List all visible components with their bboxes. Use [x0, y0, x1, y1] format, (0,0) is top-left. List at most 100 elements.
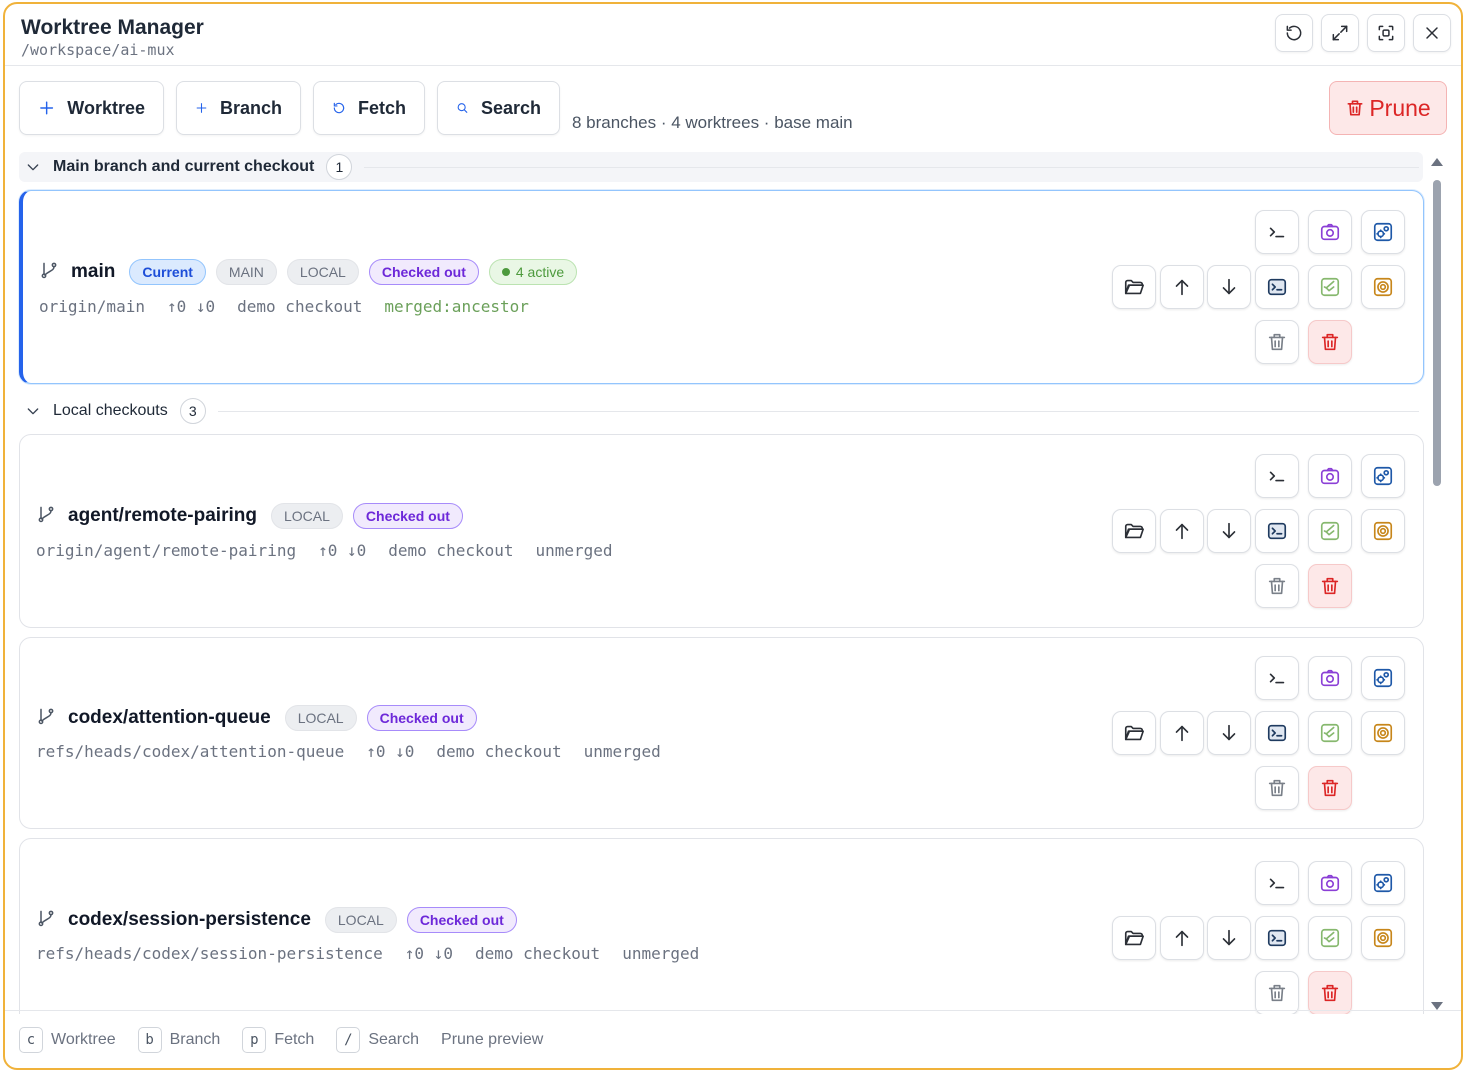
agent-settings-button[interactable]: [1361, 454, 1405, 498]
open-terminal-button[interactable]: [1255, 210, 1299, 254]
arrow-up-icon: [1175, 725, 1189, 742]
refresh-button[interactable]: [1275, 14, 1313, 52]
screenshot-button[interactable]: [1308, 210, 1352, 254]
close-button[interactable]: [1413, 14, 1451, 52]
agent-settings-button[interactable]: [1361, 210, 1405, 254]
worktree-list[interactable]: Main branch and current checkout 1 main …: [5, 150, 1461, 1014]
open-editor-button[interactable]: [1308, 916, 1352, 960]
push-button[interactable]: [1160, 265, 1204, 309]
pull-button[interactable]: [1207, 265, 1251, 309]
local-badge: LOCAL: [270, 503, 343, 529]
arrow-down-icon: [1222, 278, 1236, 295]
open-folder-button[interactable]: [1112, 265, 1156, 309]
plus-icon: [40, 101, 54, 115]
remove-worktree-button[interactable]: [1255, 766, 1299, 810]
chevron-down-icon: [27, 408, 39, 415]
agent-settings-button[interactable]: [1361, 861, 1405, 905]
push-button[interactable]: [1160, 509, 1204, 553]
arrow-up-icon: [1175, 279, 1189, 296]
vertical-scrollbar[interactable]: [1431, 158, 1443, 1010]
target-icon: [1373, 521, 1393, 541]
scrollbar-thumb[interactable]: [1433, 180, 1441, 486]
new-branch-label: Branch: [219, 97, 282, 118]
arrow-down-icon: [1222, 929, 1236, 946]
section-divider: [217, 410, 1419, 412]
new-branch-button[interactable]: Branch: [176, 81, 301, 135]
camera-icon: [1320, 467, 1340, 485]
attach-terminal-button[interactable]: [1255, 916, 1299, 960]
branch-name: agent/remote-pairing: [68, 505, 257, 526]
scroll-up-icon[interactable]: [1431, 158, 1443, 166]
git-branch-icon: [36, 504, 56, 529]
focus-target-button[interactable]: [1361, 265, 1405, 309]
remove-worktree-button[interactable]: [1255, 971, 1299, 1014]
focus-button[interactable]: [1367, 14, 1405, 52]
delete-branch-button[interactable]: [1308, 971, 1352, 1014]
hint-fetch: p Fetch: [242, 1026, 314, 1053]
push-button[interactable]: [1160, 711, 1204, 755]
delete-branch-button[interactable]: [1308, 766, 1352, 810]
pull-button[interactable]: [1207, 509, 1251, 553]
delete-branch-button[interactable]: [1308, 320, 1352, 364]
delete-branch-button[interactable]: [1308, 564, 1352, 608]
screenshot-button[interactable]: [1308, 861, 1352, 905]
agent-settings-button[interactable]: [1361, 656, 1405, 700]
remove-worktree-button[interactable]: [1255, 564, 1299, 608]
pull-button[interactable]: [1207, 711, 1251, 755]
open-folder-button[interactable]: [1112, 916, 1156, 960]
scroll-down-icon[interactable]: [1431, 1002, 1443, 1010]
section-count: 1: [326, 154, 353, 180]
attach-terminal-button[interactable]: [1255, 711, 1299, 755]
focus-target-button[interactable]: [1361, 916, 1405, 960]
branch-meta: refs/heads/codex/session-persistence ↑0 …: [36, 944, 699, 963]
focus-target-button[interactable]: [1361, 509, 1405, 553]
focus-target-button[interactable]: [1361, 711, 1405, 755]
screenshot-button[interactable]: [1308, 454, 1352, 498]
shortcut-key: b: [137, 1026, 162, 1053]
screenshot-button[interactable]: [1308, 656, 1352, 700]
open-terminal-button[interactable]: [1255, 861, 1299, 905]
checkout-type: demo checkout: [436, 742, 562, 761]
gears-icon: [1373, 668, 1393, 688]
refresh-icon: [333, 102, 345, 114]
open-folder-button[interactable]: [1112, 509, 1156, 553]
gears-icon: [1373, 873, 1393, 893]
open-editor-button[interactable]: [1308, 509, 1352, 553]
open-editor-button[interactable]: [1308, 711, 1352, 755]
folder-icon: [1124, 279, 1144, 295]
prune-button[interactable]: Prune: [1329, 81, 1447, 135]
open-folder-button[interactable]: [1112, 711, 1156, 755]
sync-status: ↑0 ↓0: [166, 297, 216, 316]
attach-terminal-button[interactable]: [1255, 509, 1299, 553]
search-button[interactable]: Search: [437, 81, 560, 135]
attach-terminal-button[interactable]: [1255, 265, 1299, 309]
git-branch-icon: [36, 908, 56, 933]
checkout-type: demo checkout: [237, 297, 363, 316]
open-terminal-button[interactable]: [1255, 454, 1299, 498]
open-terminal-button[interactable]: [1255, 656, 1299, 700]
push-button[interactable]: [1160, 916, 1204, 960]
shortcut-key: p: [242, 1026, 267, 1053]
arrow-down-icon: [1222, 724, 1236, 741]
terminal-box-icon: [1267, 724, 1287, 742]
local-badge: LOCAL: [284, 705, 357, 731]
branch-meta: refs/heads/codex/attention-queue ↑0 ↓0 d…: [36, 742, 661, 761]
refresh-icon: [1286, 25, 1302, 41]
section-main[interactable]: Main branch and current checkout 1: [19, 152, 1423, 182]
shortcut-key: c: [19, 1026, 43, 1053]
fetch-button[interactable]: Fetch: [313, 81, 425, 135]
expand-button[interactable]: [1321, 14, 1359, 52]
code-editor-icon: [1320, 928, 1340, 948]
section-local[interactable]: Local checkouts 3: [19, 396, 1423, 426]
pull-button[interactable]: [1207, 916, 1251, 960]
local-badge: LOCAL: [286, 259, 359, 285]
open-editor-button[interactable]: [1308, 265, 1352, 309]
window-controls: [1275, 14, 1451, 52]
remove-worktree-button[interactable]: [1255, 320, 1299, 364]
target-icon: [1373, 277, 1393, 297]
new-worktree-button[interactable]: Worktree: [19, 81, 164, 135]
current-badge: Current: [129, 259, 206, 285]
hint-label: Worktree: [51, 1030, 116, 1048]
arrow-up-icon: [1175, 523, 1189, 540]
window-title: Worktree Manager: [21, 16, 204, 39]
